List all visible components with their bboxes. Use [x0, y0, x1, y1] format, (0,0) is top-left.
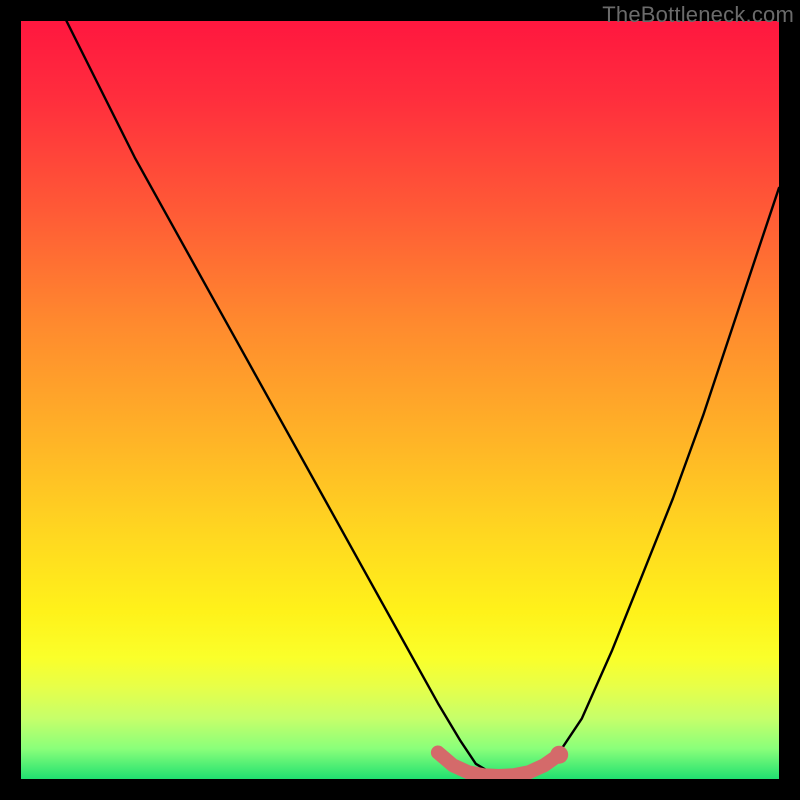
- optimal-flat-path: [438, 753, 559, 777]
- right-dot-marker: [550, 746, 568, 764]
- chart-frame: TheBottleneck.com: [0, 0, 800, 800]
- optimal-flat-region: [21, 21, 779, 779]
- plot-area: [21, 21, 779, 779]
- watermark-text: TheBottleneck.com: [602, 2, 794, 28]
